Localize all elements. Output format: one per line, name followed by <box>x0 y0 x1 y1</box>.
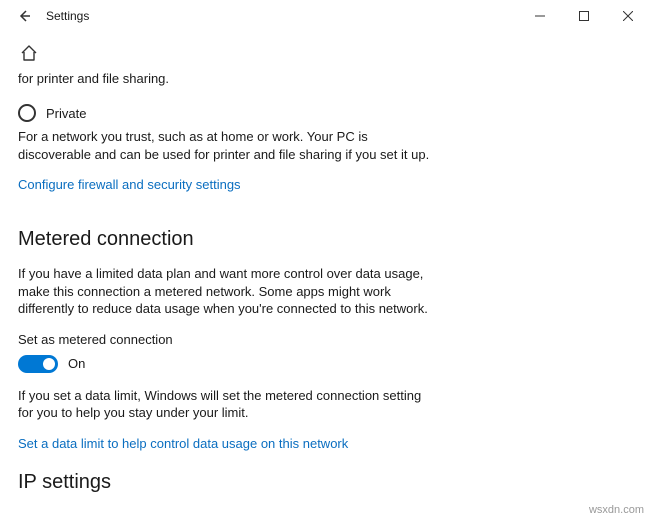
metered-toggle-row: On <box>18 355 632 373</box>
close-button[interactable] <box>606 0 650 32</box>
maximize-button[interactable] <box>562 0 606 32</box>
home-icon <box>20 44 38 62</box>
network-profile-private[interactable]: Private <box>18 104 632 122</box>
firewall-settings-link[interactable]: Configure firewall and security settings <box>18 177 241 192</box>
window-controls <box>518 0 650 32</box>
data-limit-link[interactable]: Set a data limit to help control data us… <box>18 436 348 451</box>
minimize-icon <box>535 11 545 21</box>
home-button[interactable] <box>18 42 40 64</box>
back-arrow-icon <box>16 8 32 24</box>
metered-toggle[interactable] <box>18 355 58 373</box>
metered-description: If you have a limited data plan and want… <box>18 265 438 318</box>
settings-content: for printer and file sharing. Private Fo… <box>0 32 650 494</box>
maximize-icon <box>579 11 589 21</box>
home-row <box>18 42 632 65</box>
back-button[interactable] <box>10 2 38 30</box>
close-icon <box>623 11 633 21</box>
truncated-text: for printer and file sharing. <box>18 71 632 86</box>
watermark: wsxdn.com <box>589 504 644 516</box>
radio-label-private: Private <box>46 106 86 121</box>
ip-settings-heading: IP settings <box>18 471 632 494</box>
private-description: For a network you trust, such as at home… <box>18 128 438 163</box>
metered-limit-note: If you set a data limit, Windows will se… <box>18 387 438 422</box>
radio-icon <box>18 104 36 122</box>
toggle-knob-icon <box>43 358 55 370</box>
metered-toggle-state: On <box>68 356 85 371</box>
minimize-button[interactable] <box>518 0 562 32</box>
titlebar: Settings <box>0 0 650 32</box>
metered-toggle-label: Set as metered connection <box>18 332 632 347</box>
metered-heading: Metered connection <box>18 228 632 251</box>
window-title: Settings <box>46 9 89 23</box>
